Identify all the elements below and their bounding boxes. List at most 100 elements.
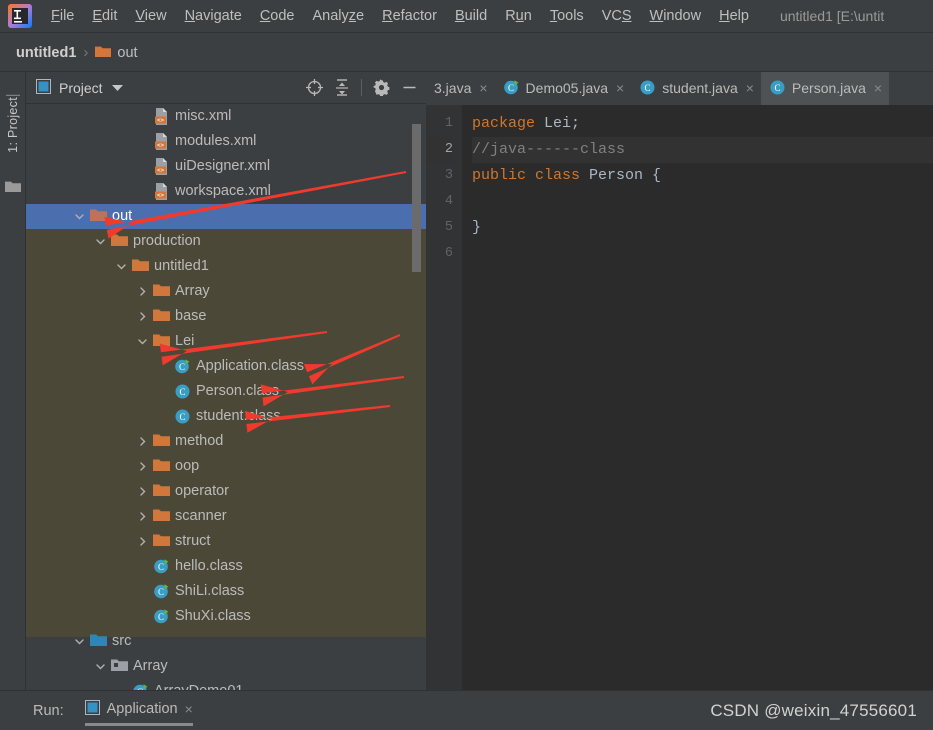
tree-row[interactable]: operator (26, 479, 426, 504)
code-token: package (472, 115, 545, 132)
menu-window[interactable]: Window (641, 6, 711, 26)
tree-row[interactable]: Cstudent.class (26, 404, 426, 429)
tree-row[interactable]: Chello.class (26, 554, 426, 579)
editor-tab[interactable]: 3.java × (426, 72, 495, 105)
line-number-gutter: 1 2 3 4 5 6 (426, 105, 462, 690)
run-tool-tab[interactable]: Application × (84, 700, 193, 726)
tree-row[interactable]: struct (26, 529, 426, 554)
tree-row[interactable]: untitled1 (26, 254, 426, 279)
code-line[interactable]: } (472, 215, 933, 241)
tree-row[interactable]: Array (26, 279, 426, 304)
chevron-right-icon[interactable] (137, 435, 150, 448)
left-tool-rail: 1: Project (0, 72, 26, 702)
locate-icon[interactable] (301, 75, 327, 101)
close-icon[interactable]: × (479, 80, 487, 96)
chevron-right-icon[interactable] (137, 535, 150, 548)
class-icon: C (174, 408, 191, 425)
menu-refactor-mnemonic: R (382, 8, 393, 24)
chevron-down-icon[interactable] (95, 235, 108, 248)
tree-row[interactable]: <> workspace.xml (26, 179, 426, 204)
tree-row[interactable]: scanner (26, 504, 426, 529)
menu-build[interactable]: Build (446, 6, 496, 26)
breadcrumb-current[interactable]: out (117, 45, 137, 61)
menu-window-mnemonic: W (649, 8, 664, 24)
code-line[interactable]: public class Person { (472, 163, 933, 189)
tree-row[interactable]: base (26, 304, 426, 329)
sidebar-item-project[interactable]: 1: Project (0, 76, 26, 172)
menu-tools[interactable]: Tools (541, 6, 593, 26)
menu-refactor[interactable]: Refactor (373, 6, 446, 26)
tree-row[interactable]: C Person.class (26, 379, 426, 404)
close-icon[interactable]: × (616, 80, 624, 96)
minimize-icon[interactable] (396, 75, 422, 101)
project-tree-rows: <> misc.xml <> modules.xml <> uiDesigner.xml <… (26, 104, 426, 690)
chevron-down-icon[interactable] (137, 335, 150, 348)
breadcrumb-separator: › (83, 44, 89, 61)
tree-row[interactable]: out (26, 204, 426, 229)
chevron-right-icon[interactable] (137, 460, 150, 473)
chevron-down-icon[interactable] (116, 260, 129, 273)
tree-row[interactable]: production (26, 229, 426, 254)
chevron-down-icon[interactable] (74, 210, 87, 223)
svg-text:C: C (645, 83, 651, 93)
chevron-right-icon[interactable] (137, 510, 150, 523)
menu-view[interactable]: View (126, 6, 175, 26)
menu-tools-mnemonic: T (549, 8, 558, 24)
chevron-down-icon[interactable] (74, 635, 87, 648)
tree-row[interactable]: CArrayDemo01 (26, 679, 426, 690)
breadcrumb-root[interactable]: untitled1 (16, 45, 76, 61)
tree-row[interactable]: method (26, 429, 426, 454)
editor-tab[interactable]: C Demo05.java × (495, 72, 632, 105)
folder-icon[interactable] (5, 180, 21, 196)
menu-edit[interactable]: Edit (83, 6, 126, 26)
tree-row[interactable]: Array (26, 654, 426, 679)
code-editor[interactable]: 1 2 3 4 5 6 package Lei; //java------class publ… (426, 105, 933, 690)
menu-vcs[interactable]: VCS (593, 6, 641, 26)
code-token: Person (589, 167, 653, 184)
menu-file[interactable]: File (42, 6, 83, 26)
folder-icon (111, 233, 128, 250)
chevron-down-icon[interactable] (111, 80, 123, 95)
chevron-down-icon[interactable] (95, 660, 108, 673)
gear-icon[interactable] (368, 75, 394, 101)
editor-tab[interactable]: Cstudent.java × (631, 72, 761, 105)
tree-row[interactable]: oop (26, 454, 426, 479)
collapse-all-icon[interactable] (329, 75, 355, 101)
menu-view-mnemonic: V (135, 8, 145, 24)
menu-help[interactable]: Help (710, 6, 758, 26)
tree-row[interactable]: C Application.class (26, 354, 426, 379)
tree-row[interactable]: <> modules.xml (26, 129, 426, 154)
svg-text:C: C (179, 412, 185, 422)
tree-row[interactable]: <> uiDesigner.xml (26, 154, 426, 179)
svg-text:<>: <> (157, 142, 165, 149)
menu-code[interactable]: Code (251, 6, 304, 26)
tree-row-label: ShuXi.class (175, 608, 251, 625)
project-tree[interactable]: <> misc.xml <> modules.xml <> uiDesigner.xml <… (26, 104, 426, 690)
close-icon[interactable]: × (874, 80, 882, 96)
code-token: } (472, 219, 482, 236)
editor-tab[interactable]: C Person.java × (760, 72, 890, 105)
tree-row[interactable]: src (26, 629, 426, 654)
chevron-right-icon[interactable] (137, 285, 150, 298)
code-line[interactable] (472, 241, 933, 267)
folder-icon (153, 483, 170, 500)
close-icon[interactable]: × (746, 80, 754, 96)
tree-row[interactable]: C ShuXi.class (26, 604, 426, 629)
code-line[interactable]: package Lei; (472, 111, 933, 137)
tree-row[interactable]: Lei (26, 329, 426, 354)
folder-icon-muted (90, 208, 107, 225)
menu-run[interactable]: Run (496, 6, 541, 26)
chevron-right-icon[interactable] (137, 485, 150, 498)
close-icon[interactable]: × (185, 701, 193, 717)
code-line[interactable] (472, 189, 933, 215)
tree-row[interactable]: <> misc.xml (26, 104, 426, 129)
menu-navigate[interactable]: Navigate (176, 6, 251, 26)
menu-build-mnemonic: B (454, 8, 465, 24)
window-title: untitled1 [E:\untit (779, 8, 885, 24)
code-lines[interactable]: package Lei; //java------class public clas… (462, 105, 933, 690)
tree-row[interactable]: C ShiLi.class (26, 579, 426, 604)
menu-analyze[interactable]: Analyze (304, 6, 374, 26)
project-tree-scrollbar[interactable] (412, 124, 421, 272)
code-line[interactable]: //java------class (472, 137, 933, 163)
chevron-right-icon[interactable] (137, 310, 150, 323)
